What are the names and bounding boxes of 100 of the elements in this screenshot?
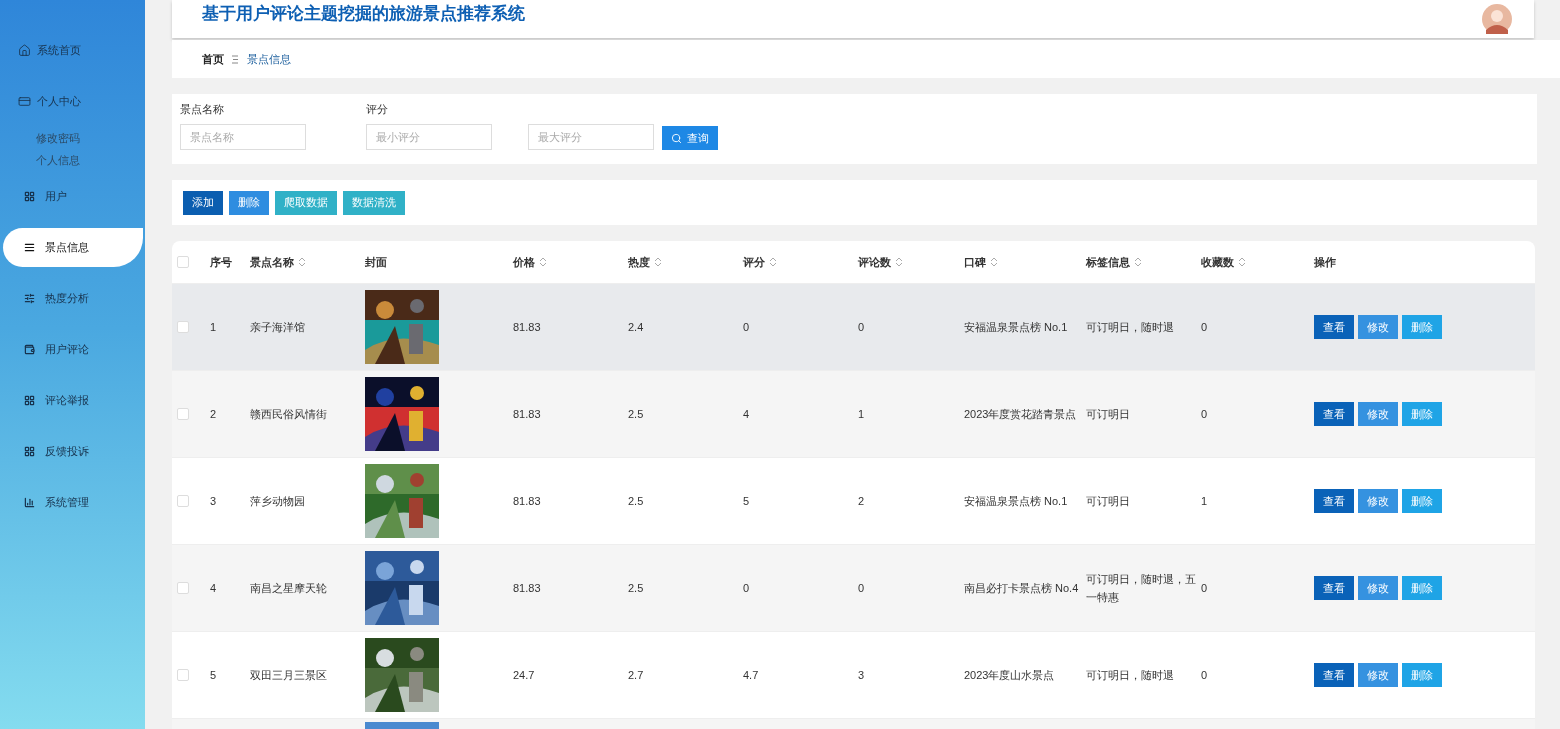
table-cell-text: 24.7 — [513, 668, 536, 683]
wallet-icon — [24, 344, 35, 355]
toolbar-button[interactable]: 爬取数据 — [275, 190, 337, 215]
row-action-button[interactable]: 查看 — [1314, 576, 1354, 600]
sidebar-item[interactable]: 热度分析 — [0, 273, 145, 324]
row-action-button[interactable]: 修改 — [1358, 576, 1398, 600]
sidebar-item[interactable]: 个人中心 — [0, 76, 145, 127]
toolbar-button[interactable]: 数据清洗 — [343, 190, 405, 215]
sort-icon[interactable] — [655, 257, 661, 267]
sort-icon[interactable] — [1135, 257, 1141, 267]
table-cell-text: 2.5 — [628, 581, 645, 596]
sidebar-item[interactable]: 景点信息 — [3, 228, 143, 267]
sort-icon[interactable] — [1239, 257, 1245, 267]
row-action-button[interactable]: 查看 — [1314, 663, 1354, 687]
table-cell-text: 81.83 — [513, 581, 542, 596]
table-cell-text: 亲子海洋馆 — [250, 320, 306, 335]
row-action-button[interactable]: 删除 — [1402, 663, 1442, 687]
table-cell-text: 0 — [1201, 581, 1209, 596]
row-action-button[interactable]: 删除 — [1402, 489, 1442, 513]
table-cell-text: 0 — [743, 320, 751, 335]
toolbar-button[interactable]: 删除 — [229, 190, 269, 215]
table-cell-text: 0 — [1201, 407, 1209, 422]
separator-icon — [232, 54, 239, 64]
table-cell-text: 2023年度山水景点 — [964, 668, 1056, 683]
toolbar-button[interactable]: 添加 — [183, 190, 223, 215]
table-cell-text: 南昌之星摩天轮 — [250, 581, 328, 596]
row-action-button[interactable]: 查看 — [1314, 489, 1354, 513]
column-header: 操作 — [1314, 254, 1336, 270]
sort-icon[interactable] — [299, 257, 305, 267]
sidebar-item[interactable]: 评论举报 — [0, 375, 145, 426]
checkbox[interactable] — [177, 321, 189, 333]
table-cell-text: 赣西民俗风情街 — [250, 407, 328, 422]
table-cell-text: 2.4 — [628, 320, 645, 335]
table-cell-text: 81.83 — [513, 494, 542, 509]
row-action-button[interactable]: 修改 — [1358, 663, 1398, 687]
checkbox[interactable] — [177, 582, 189, 594]
table-row[interactable]: 2 赣西民俗风情街 81.83 2.5 4 1 2023年度赏花踏青景点 可订明日 0 查看 修改 删除 — [172, 370, 1535, 457]
avatar[interactable] — [1482, 4, 1512, 34]
input-field[interactable]: 景点名称 — [180, 124, 306, 150]
table-cell-text: 0 — [858, 581, 866, 596]
row-action-button[interactable]: 修改 — [1358, 402, 1398, 426]
table-cell-text: 可订明日 — [1086, 494, 1131, 509]
sidebar-item[interactable]: 系统管理 — [0, 477, 145, 528]
table-cell-text: 可订明日，随时退 — [1086, 320, 1175, 335]
table-cell-text: 2 — [210, 407, 218, 422]
sidebar-item[interactable]: 个人信息 — [0, 149, 145, 171]
checkbox[interactable] — [177, 669, 189, 681]
input-field[interactable]: 最小评分 — [366, 124, 492, 150]
bar-chart-icon — [24, 497, 35, 508]
column-header: 价格 — [513, 254, 535, 270]
table-cell-text: 萍乡动物园 — [250, 494, 306, 509]
checkbox[interactable] — [177, 256, 189, 268]
sort-icon[interactable] — [991, 257, 997, 267]
search-button[interactable]: 查询 — [662, 126, 718, 150]
sidebar-item[interactable]: 修改密码 — [0, 127, 145, 149]
list-icon — [24, 242, 35, 253]
field-label: 景点名称 — [180, 102, 225, 117]
table-cell-text: 2 — [858, 494, 866, 509]
sort-icon[interactable] — [770, 257, 776, 267]
sidebar-item[interactable]: 系统首页 — [0, 25, 145, 76]
table-cell-text: 3 — [858, 668, 866, 683]
search-icon — [671, 132, 682, 144]
breadcrumb-link[interactable]: 首页 — [202, 51, 224, 67]
row-action-button[interactable]: 查看 — [1314, 315, 1354, 339]
table-cell-text: 4 — [743, 407, 751, 422]
table-cell-text: 81.83 — [513, 407, 542, 422]
grid-icon — [24, 191, 35, 202]
sidebar-item[interactable]: 用户 — [0, 171, 145, 222]
table-cell-text: 可订明日，随时退，五一特惠 — [1086, 572, 1197, 605]
sort-icon[interactable] — [896, 257, 902, 267]
sidebar-item[interactable]: 反馈投诉 — [0, 426, 145, 477]
row-action-button[interactable]: 修改 — [1358, 315, 1398, 339]
checkbox[interactable] — [177, 495, 189, 507]
home-icon — [18, 44, 31, 57]
table-cell-text: 1 — [858, 407, 866, 422]
column-header: 评论数 — [858, 254, 891, 270]
table-row[interactable]: 1 亲子海洋馆 81.83 2.4 0 0 安福温泉景点榜 No.1 可订明日，随时退 0 查看 修改 删除 — [172, 283, 1535, 370]
breadcrumb-link[interactable]: 景点信息 — [247, 51, 291, 67]
table-cell-text: 可订明日 — [1086, 407, 1131, 422]
table-cell-text: 2.5 — [628, 407, 645, 422]
row-action-button[interactable]: 删除 — [1402, 402, 1442, 426]
sliders-icon — [24, 293, 35, 304]
input-field[interactable]: 最大评分 — [528, 124, 654, 150]
column-header: 收藏数 — [1201, 254, 1234, 270]
table-cell-text: 4.7 — [743, 668, 760, 683]
row-action-button[interactable]: 修改 — [1358, 489, 1398, 513]
column-header: 标签信息 — [1086, 254, 1130, 270]
row-action-button[interactable]: 查看 — [1314, 402, 1354, 426]
table-cell-text: 4 — [210, 581, 218, 596]
checkbox[interactable] — [177, 408, 189, 420]
table-cell-text: 81.83 — [513, 320, 542, 335]
column-header: 口碑 — [964, 254, 986, 270]
table-cell-text: 双田三月三景区 — [250, 668, 328, 683]
sort-icon[interactable] — [540, 257, 546, 267]
sidebar-item[interactable]: 用户评论 — [0, 324, 145, 375]
row-action-button[interactable]: 删除 — [1402, 576, 1442, 600]
table-cell-text: 5 — [210, 668, 218, 683]
table-cell-text: 3 — [210, 494, 218, 509]
row-action-button[interactable]: 删除 — [1402, 315, 1442, 339]
table-cell-text: 0 — [1201, 668, 1209, 683]
